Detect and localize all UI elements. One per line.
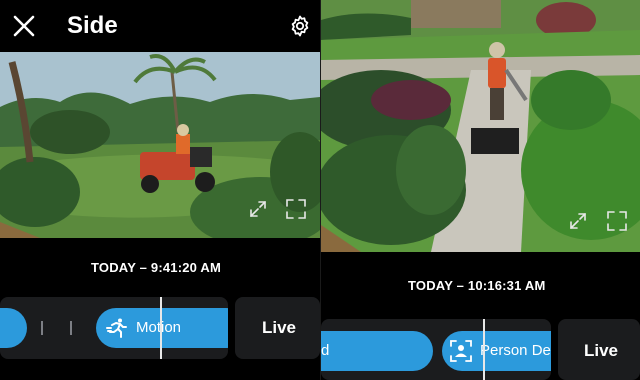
fullscreen-icon	[607, 211, 627, 231]
timeline-tick	[70, 321, 72, 335]
person-detected-icon	[450, 340, 472, 362]
expand-icon	[570, 213, 586, 229]
timeline-playhead[interactable]	[160, 297, 162, 359]
live-label: Live	[262, 318, 297, 337]
running-person-icon	[106, 318, 127, 338]
fullscreen-icon	[286, 199, 306, 219]
expand-icon	[250, 201, 266, 217]
fullscreen-button[interactable]	[285, 198, 307, 220]
previous-event-pill[interactable]: d	[321, 331, 433, 371]
video-frame	[0, 52, 320, 238]
header-bar: Side	[0, 0, 320, 52]
close-button[interactable]	[10, 12, 38, 40]
previous-event-label: d	[321, 342, 330, 359]
expand-button[interactable]	[248, 199, 268, 219]
event-label: Person De	[480, 342, 551, 359]
motion-event-pill[interactable]: Motion	[96, 308, 228, 348]
right-camera-panel: d Person De Live	[321, 0, 640, 380]
gear-icon	[291, 15, 309, 37]
event-label: Motion	[136, 319, 182, 336]
camera-title: Side	[67, 12, 118, 39]
settings-button[interactable]	[288, 14, 312, 38]
event-timestamp: TODAY – 10:16:31 AM	[404, 276, 550, 296]
live-button[interactable]: Live	[558, 319, 640, 380]
live-button[interactable]: Live	[235, 297, 320, 359]
close-icon	[13, 15, 35, 37]
person-detected-event-pill[interactable]: Person De	[442, 331, 551, 371]
event-timestamp: TODAY – 9:41:20 AM	[87, 258, 226, 278]
previous-event-pill[interactable]	[0, 308, 27, 348]
timeline-tick	[41, 321, 43, 335]
event-timeline[interactable]: Motion	[0, 297, 228, 359]
event-timeline[interactable]: d Person De	[321, 319, 551, 380]
live-label: Live	[584, 341, 619, 360]
expand-button[interactable]	[568, 211, 588, 231]
fullscreen-button[interactable]	[606, 210, 628, 232]
left-camera-panel: Side TODAY – 9:41:20 AM Motion Live	[0, 0, 320, 380]
camera-video-feed[interactable]	[321, 0, 640, 252]
camera-video-feed[interactable]	[0, 52, 320, 238]
video-frame	[321, 0, 640, 252]
timeline-playhead[interactable]	[483, 319, 485, 380]
